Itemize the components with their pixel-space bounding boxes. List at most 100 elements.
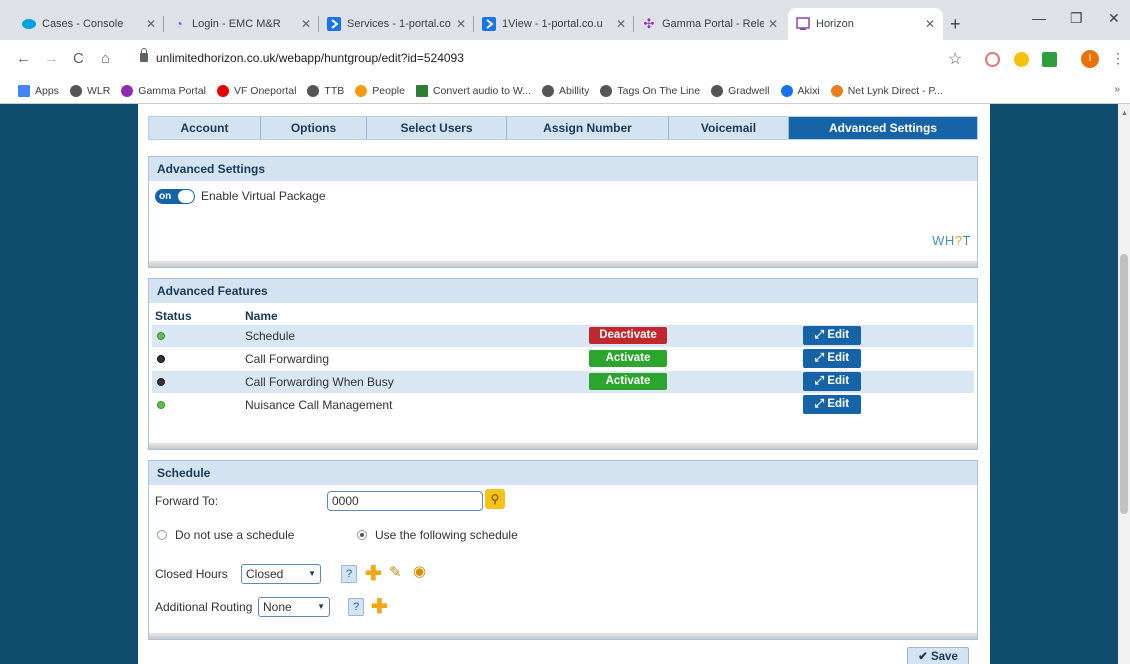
vodafone-icon xyxy=(216,84,229,97)
bookmarks-overflow-icon[interactable]: » xyxy=(1114,84,1120,95)
edit-button[interactable]: ⤢ Edit xyxy=(803,372,861,391)
radio-no-schedule[interactable] xyxy=(157,530,167,540)
tab-select-users[interactable]: Select Users xyxy=(367,117,507,139)
close-icon[interactable]: ✕ xyxy=(456,17,466,31)
bookmark-item[interactable]: Tags On The Line xyxy=(600,84,700,97)
add-icon[interactable]: ✚ xyxy=(365,564,382,584)
forward-to-label: Forward To: xyxy=(155,494,219,508)
virtual-package-toggle[interactable]: on xyxy=(155,189,195,204)
tab-options[interactable]: Options xyxy=(261,117,367,139)
radio-label: Use the following schedule xyxy=(375,528,518,542)
bookmark-label: Gamma Portal xyxy=(138,84,206,97)
bookmark-label: TTB xyxy=(324,84,345,97)
tab-account[interactable]: Account xyxy=(149,117,261,139)
bookmark-label: Net Lynk Direct - P... xyxy=(847,84,943,97)
new-tab-button[interactable]: + xyxy=(950,14,961,35)
bookmark-item[interactable]: Gradwell xyxy=(711,84,770,97)
browser-tab[interactable]: 1View - 1-portal.co.u ✕ xyxy=(474,8,634,40)
bookmark-star-icon[interactable]: ☆ xyxy=(948,49,962,69)
bookmark-item[interactable]: People xyxy=(355,84,405,97)
close-icon[interactable]: ✕ xyxy=(146,17,156,31)
extension-check-icon[interactable] xyxy=(1042,52,1057,67)
netlynk-icon xyxy=(830,84,843,97)
bookmark-item[interactable]: TTB xyxy=(307,84,345,97)
feature-name: Call Forwarding When Busy xyxy=(245,375,394,389)
close-icon[interactable]: ✕ xyxy=(616,17,626,31)
add-icon[interactable]: ✚ xyxy=(371,597,388,617)
eye-icon[interactable]: ◉ xyxy=(413,562,426,580)
pencil-icon[interactable]: ✎ xyxy=(389,563,402,581)
chevron-down-icon: ▼ xyxy=(308,569,316,578)
tab-assign-number[interactable]: Assign Number xyxy=(507,117,669,139)
extension-icon[interactable] xyxy=(985,52,1000,67)
closed-hours-select[interactable]: Closed ▼ xyxy=(241,564,321,584)
close-icon[interactable]: ✕ xyxy=(768,17,778,31)
bookmark-item[interactable]: Akixi xyxy=(780,84,820,97)
window-close-icon[interactable]: ✕ xyxy=(1108,10,1120,27)
bookmark-item[interactable]: Apps xyxy=(18,84,59,97)
tab-voicemail[interactable]: Voicemail xyxy=(669,117,789,139)
profile-avatar[interactable]: I xyxy=(1081,50,1099,68)
scrollbar-thumb[interactable] xyxy=(1120,254,1128,514)
scroll-up-icon[interactable]: ▲ xyxy=(1121,110,1128,117)
logo-part: ? xyxy=(954,233,963,248)
bookmark-item[interactable]: Convert audio to W... xyxy=(415,84,531,97)
restore-icon[interactable]: ❐ xyxy=(1070,10,1083,27)
status-active-icon xyxy=(157,332,165,340)
gamma-icon xyxy=(121,84,134,97)
schedule-form: Forward To: 0000 ⚲ Do not use a schedule… xyxy=(149,485,977,635)
edit-button[interactable]: ⤢ Edit xyxy=(803,395,861,414)
forward-to-input[interactable]: 0000 xyxy=(327,491,483,511)
feature-name: Call Forwarding xyxy=(245,352,330,366)
browser-tab-active[interactable]: Horizon ✕ xyxy=(788,8,943,40)
activate-button[interactable]: Activate xyxy=(589,373,667,390)
minimize-icon[interactable]: — xyxy=(1032,10,1046,26)
apps-grid-icon xyxy=(18,84,30,97)
globe-icon xyxy=(307,84,320,97)
activate-button[interactable]: Activate xyxy=(589,350,667,367)
akixi-icon xyxy=(780,84,793,97)
save-button[interactable]: ✔ Save xyxy=(907,647,969,664)
convert-icon xyxy=(415,84,428,97)
edit-icon: ⤢ xyxy=(814,352,828,364)
deactivate-button[interactable]: Deactivate xyxy=(589,327,667,344)
help-button[interactable]: ? xyxy=(348,598,364,616)
close-icon[interactable]: ✕ xyxy=(301,17,311,31)
back-icon[interactable]: ← xyxy=(16,50,31,67)
bookmark-item[interactable]: Gamma Portal xyxy=(121,84,206,97)
bookmark-item[interactable]: Net Lynk Direct - P... xyxy=(830,84,943,97)
section-tabs: Account Options Select Users Assign Numb… xyxy=(148,116,978,140)
toggle-label: Enable Virtual Package xyxy=(201,189,326,203)
save-label: Save xyxy=(930,651,958,663)
forward-icon[interactable]: → xyxy=(44,50,59,67)
edit-button[interactable]: ⤢ Edit xyxy=(803,349,861,368)
browser-tab[interactable]: Services - 1-portal.co ✕ xyxy=(319,8,474,40)
panel-title: Advanced Features xyxy=(149,279,977,303)
bookmark-item[interactable]: Abillity xyxy=(542,84,589,97)
select-value: None xyxy=(263,600,292,614)
bookmark-item[interactable]: VF Oneportal xyxy=(216,84,296,97)
browser-tab[interactable]: Cases - Console ✕ xyxy=(14,8,164,40)
address-bar[interactable]: unlimitedhorizon.co.uk/webapp/huntgroup/… xyxy=(156,51,464,65)
edit-icon: ⤢ xyxy=(814,329,828,341)
menu-icon[interactable]: ⋮ xyxy=(1111,50,1125,67)
status-inactive-icon xyxy=(157,378,165,386)
edit-button[interactable]: ⤢ Edit xyxy=(803,326,861,345)
tab-title: Services - 1-portal.co xyxy=(347,18,451,30)
arrow-icon xyxy=(482,17,496,31)
radio-use-schedule[interactable] xyxy=(357,530,367,540)
extension-icon[interactable] xyxy=(1014,52,1029,67)
lookup-icon[interactable]: ⚲ xyxy=(485,489,505,509)
edit-label: Edit xyxy=(827,398,850,410)
help-button[interactable]: ? xyxy=(341,565,357,583)
tab-advanced-settings[interactable]: Advanced Settings xyxy=(789,117,977,139)
close-icon[interactable]: ✕ xyxy=(925,17,935,31)
reload-icon[interactable]: C xyxy=(73,50,84,67)
browser-tab[interactable]: ◔ Login - EMC M&R ✕ xyxy=(164,8,319,40)
home-icon[interactable]: ⌂ xyxy=(101,50,110,67)
additional-routing-select[interactable]: None ▼ xyxy=(258,597,330,617)
globe-icon xyxy=(69,84,82,97)
browser-tab[interactable]: ✣ Gamma Portal - Rele ✕ xyxy=(634,8,786,40)
page-scrollbar[interactable]: ▲ xyxy=(1118,104,1130,664)
bookmark-item[interactable]: WLR xyxy=(69,84,110,97)
